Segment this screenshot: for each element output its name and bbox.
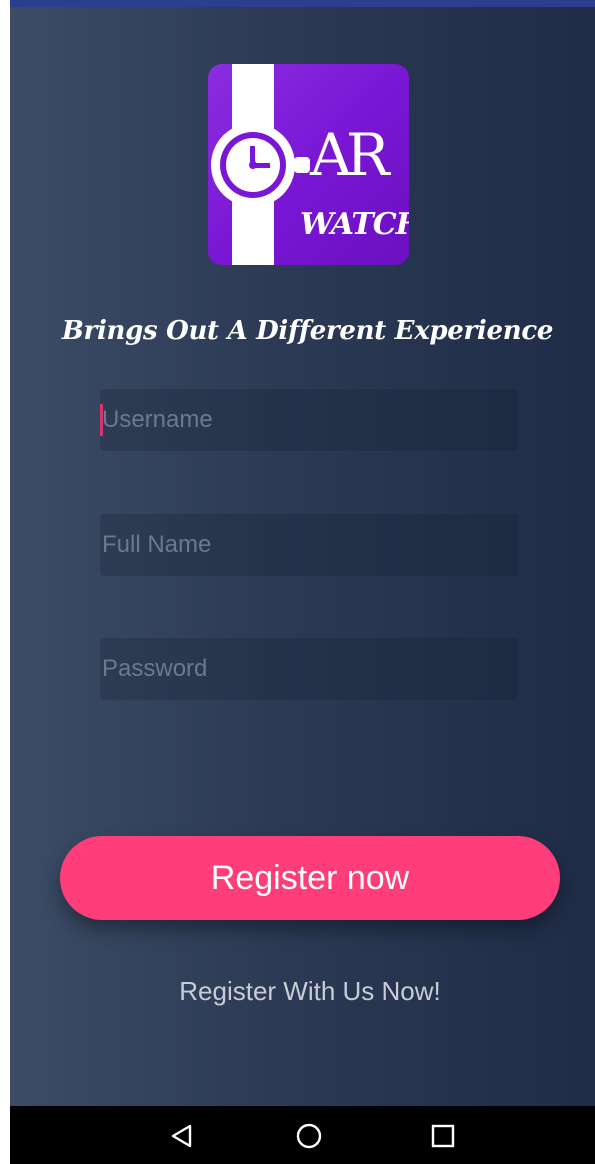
- back-triangle-icon: [171, 1124, 192, 1148]
- username-field-container: [100, 389, 518, 451]
- back-button[interactable]: [160, 1114, 204, 1158]
- register-with-us-link[interactable]: Register With Us Now!: [10, 976, 595, 1007]
- recents-square-icon: [431, 1124, 455, 1148]
- tagline: Brings Out A Different Experience: [61, 316, 554, 346]
- fullname-field-container: [100, 514, 518, 576]
- home-circle-icon: [296, 1123, 322, 1149]
- username-input[interactable]: [100, 389, 518, 451]
- register-now-button[interactable]: Register now: [60, 836, 560, 920]
- password-field-container: [100, 638, 518, 700]
- logo-watch-text: WATCH: [300, 207, 409, 242]
- text-cursor: [100, 404, 103, 436]
- password-input[interactable]: [100, 638, 518, 700]
- app-logo: AR WATCH: [208, 64, 409, 265]
- fullname-input[interactable]: [100, 514, 518, 576]
- register-screen: AR WATCH Brings Out A Different Experien…: [10, 0, 595, 1164]
- logo-ar-text: AR: [310, 121, 390, 189]
- home-button[interactable]: [287, 1114, 331, 1158]
- system-navigation-bar: [10, 1106, 595, 1164]
- status-bar-edge: [10, 0, 595, 7]
- recents-button[interactable]: [421, 1114, 465, 1158]
